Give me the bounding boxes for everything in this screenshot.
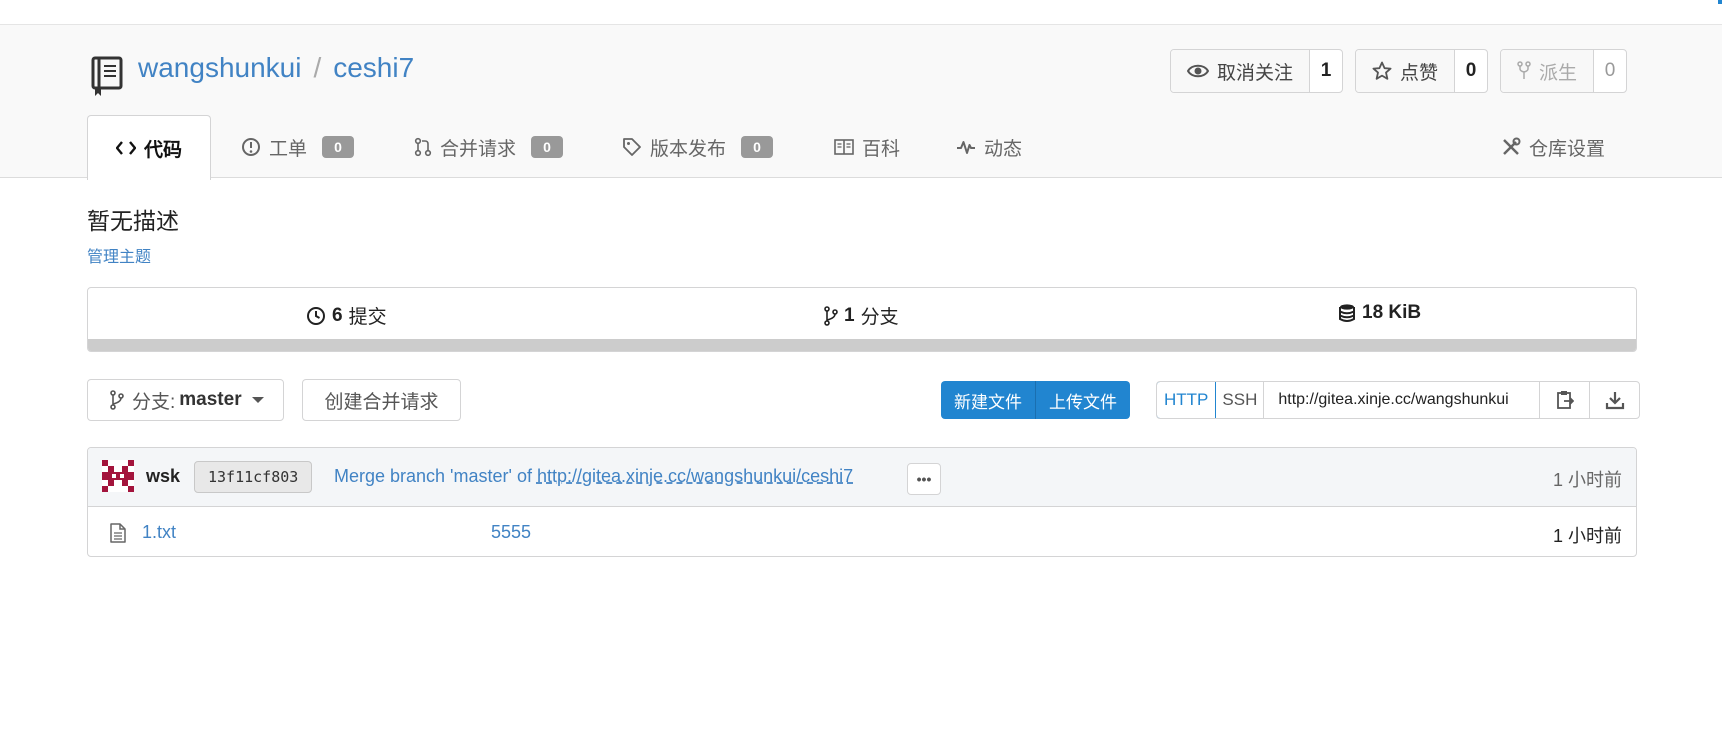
repo-description: 暂无描述	[87, 208, 179, 234]
watch-count[interactable]: 1	[1310, 50, 1342, 92]
fork-button[interactable]: 派生	[1501, 50, 1595, 92]
pull-requests-count-badge: 0	[531, 136, 564, 158]
file-name-link[interactable]: 1.txt	[142, 522, 176, 543]
size-stat: 18 KiB	[1338, 302, 1427, 324]
eye-icon	[1187, 64, 1209, 78]
tab-pull-requests[interactable]: 合并请求 0	[414, 115, 564, 179]
branches-label: 分支	[860, 307, 899, 328]
branch-value: master	[179, 389, 242, 410]
commit-sha-button[interactable]: 13f11cf803	[194, 461, 313, 493]
branch-icon	[824, 305, 838, 326]
star-label: 点赞	[1400, 62, 1439, 84]
file-list: wsk 13f11cf803 Merge branch 'master' of …	[87, 447, 1637, 557]
clone-ssh-button[interactable]: SSH	[1216, 382, 1263, 418]
avatar	[102, 460, 134, 492]
new-pull-request-button[interactable]: 创建合并请求	[302, 379, 461, 421]
tab-settings[interactable]: 仓库设置	[1501, 115, 1605, 179]
tab-code[interactable]: 代码	[87, 115, 212, 180]
new-file-button[interactable]: 新建文件	[941, 381, 1035, 419]
branch-icon	[110, 390, 124, 410]
watch-button-group[interactable]: 取消关注 1	[1170, 49, 1344, 93]
commit-message-prefix: Merge branch 'master' of	[334, 466, 537, 486]
fork-count[interactable]: 0	[1594, 50, 1626, 92]
fork-icon	[1517, 61, 1531, 79]
corner-marker	[1718, 0, 1722, 4]
caret-down-icon	[251, 397, 264, 403]
clone-url-input[interactable]: http://gitea.xinje.cc/wangshunkui	[1263, 382, 1539, 418]
star-count[interactable]: 0	[1455, 50, 1487, 92]
tools-icon	[1503, 137, 1521, 155]
book-icon	[834, 139, 854, 155]
tab-settings-label: 仓库设置	[1529, 138, 1606, 160]
branches-stat[interactable]: 1 分支	[824, 302, 899, 329]
database-icon	[1339, 304, 1355, 322]
unwatch-label: 取消关注	[1217, 62, 1294, 84]
tab-code-label: 代码	[144, 139, 183, 161]
commits-count: 6	[332, 304, 343, 326]
tab-releases[interactable]: 版本发布 0	[622, 115, 774, 179]
branch-prefix: 分支:	[132, 391, 176, 413]
repo-title: wangshunkui / ceshi7	[138, 49, 414, 87]
fork-button-group[interactable]: 派生 0	[1500, 49, 1628, 93]
tag-icon	[623, 138, 641, 156]
tab-releases-label: 版本发布	[650, 138, 727, 160]
star-button-group[interactable]: 点赞 0	[1355, 49, 1489, 93]
code-icon	[116, 141, 136, 155]
latest-commit-row: wsk 13f11cf803 Merge branch 'master' of …	[88, 448, 1636, 507]
clone-http-button[interactable]: HTTP	[1157, 382, 1217, 418]
repo-header: wangshunkui / ceshi7 取消关注 1 点赞 0 派生 0 代码 工…	[0, 25, 1722, 180]
download-icon	[1605, 392, 1624, 410]
commit-ellipsis-button[interactable]: •••	[907, 463, 941, 495]
fork-label: 派生	[1539, 62, 1578, 84]
clipboard-icon	[1556, 391, 1574, 409]
upload-file-button[interactable]: 上传文件	[1035, 381, 1130, 419]
file-commit-time: 1 小时前	[1552, 526, 1622, 546]
clone-panel: HTTP SSH http://gitea.xinje.cc/wangshunk…	[1156, 381, 1641, 419]
pull-request-icon	[414, 137, 432, 157]
commit-time: 1 小时前	[1552, 470, 1622, 490]
language-stats-bar[interactable]	[88, 339, 1636, 351]
commit-message-link[interactable]: http://gitea.xinje.cc/wangshunkui/ceshi7	[537, 466, 853, 486]
table-row: 1.txt 5555 1 小时前	[88, 508, 1636, 556]
issues-count-badge: 0	[322, 136, 355, 158]
file-actions-group: 新建文件 上传文件	[941, 381, 1130, 419]
branch-dropdown[interactable]: 分支: master	[87, 379, 284, 421]
tab-activity[interactable]: 动态	[956, 115, 1022, 179]
releases-count-badge: 0	[741, 136, 774, 158]
top-navbar	[0, 0, 1722, 25]
commit-author[interactable]: wsk	[146, 466, 180, 487]
file-text-icon	[110, 523, 126, 543]
tab-activity-label: 动态	[984, 138, 1023, 160]
issue-icon	[242, 138, 260, 156]
file-commit-message-link[interactable]: 5555	[491, 522, 531, 543]
copy-url-button[interactable]	[1539, 382, 1589, 418]
star-icon	[1372, 61, 1392, 80]
commits-label: 提交	[348, 307, 387, 328]
repo-book-icon	[91, 56, 123, 96]
repo-name-link[interactable]: ceshi7	[333, 52, 414, 83]
repo-title-separator: /	[313, 52, 322, 83]
commit-message[interactable]: Merge branch 'master' of http://gitea.xi…	[334, 466, 853, 487]
tab-wiki[interactable]: 百科	[834, 115, 900, 179]
star-button[interactable]: 点赞	[1356, 50, 1456, 92]
size-value: 18 KiB	[1362, 302, 1422, 323]
tab-pull-requests-label: 合并请求	[440, 138, 517, 160]
repo-owner-link[interactable]: wangshunkui	[138, 52, 301, 83]
pulse-icon	[957, 141, 975, 154]
history-icon	[307, 306, 325, 325]
commits-stat[interactable]: 6 提交	[306, 302, 387, 329]
download-button[interactable]	[1589, 382, 1639, 418]
tab-wiki-label: 百科	[862, 138, 901, 160]
manage-topics-link[interactable]: 管理主题	[87, 243, 151, 267]
repo-stats-bar: 6 提交 1 分支 18 KiB	[87, 287, 1637, 352]
branches-count: 1	[844, 304, 855, 326]
tab-issues[interactable]: 工单 0	[241, 115, 355, 179]
tab-issues-label: 工单	[269, 138, 308, 160]
unwatch-button[interactable]: 取消关注	[1171, 50, 1311, 92]
